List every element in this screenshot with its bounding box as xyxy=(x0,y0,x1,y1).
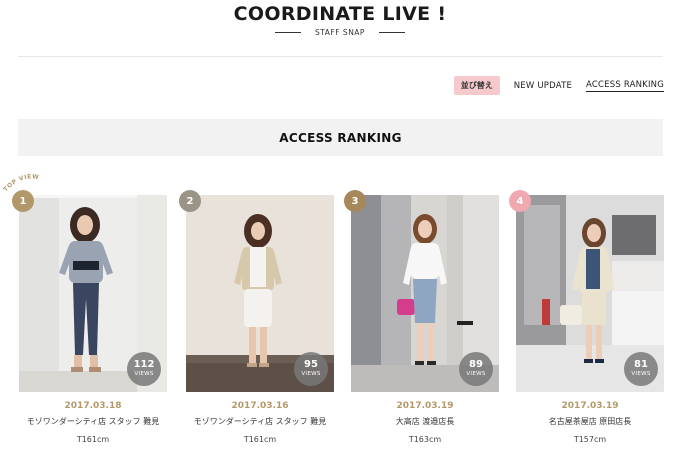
post-date: 2017.03.19 xyxy=(396,401,454,411)
views-unit: VIEWS xyxy=(631,371,651,378)
staff-name[interactable]: 大高店 渡邉店長 xyxy=(351,416,499,427)
ranking-list: 112 VIEWS 2017.03.18 モゾワンダーシティ店 スタッフ 難見 … xyxy=(0,0,680,457)
views-unit: VIEWS xyxy=(301,371,321,378)
rank-badge-2: 2 xyxy=(179,190,201,212)
rank-badge-3: 3 xyxy=(344,190,366,212)
views-badge: 112 VIEWS xyxy=(127,352,161,386)
views-badge: 89 VIEWS xyxy=(459,352,493,386)
views-badge: 81 VIEWS xyxy=(624,352,658,386)
coordinate-photo-1[interactable]: 112 VIEWS xyxy=(19,195,167,392)
coordinate-photo-2[interactable]: 95 VIEWS xyxy=(186,195,334,392)
staff-height: T163cm xyxy=(408,435,442,444)
views-unit: VIEWS xyxy=(466,371,486,378)
ranking-card-2[interactable]: 95 VIEWS 2017.03.16 モゾワンダーシティ店 スタッフ 難見 T… xyxy=(186,195,334,444)
post-date: 2017.03.19 xyxy=(561,401,619,411)
staff-height: T161cm xyxy=(243,435,277,444)
ranking-card-4[interactable]: 81 VIEWS 2017.03.19 名古屋茶屋店 原田店長 T157cm xyxy=(516,195,664,444)
rank-number: 2 xyxy=(186,195,194,207)
staff-name[interactable]: 名古屋茶屋店 原田店長 xyxy=(516,416,664,427)
rank-number: 3 xyxy=(351,195,359,207)
rank-badge-1: 1 xyxy=(12,190,34,212)
views-count: 89 xyxy=(469,359,483,371)
views-count: 112 xyxy=(133,359,155,371)
post-date: 2017.03.18 xyxy=(64,401,122,411)
coordinate-photo-4[interactable]: 81 VIEWS xyxy=(516,195,664,392)
views-badge: 95 VIEWS xyxy=(294,352,328,386)
views-count: 95 xyxy=(304,359,318,371)
rank-number: 4 xyxy=(516,195,524,207)
coordinate-photo-3[interactable]: 89 VIEWS xyxy=(351,195,499,392)
views-count: 81 xyxy=(634,359,648,371)
staff-height: T161cm xyxy=(76,435,110,444)
staff-name[interactable]: モゾワンダーシティ店 スタッフ 難見 xyxy=(186,416,334,427)
staff-height: T157cm xyxy=(573,435,607,444)
rank-number: 1 xyxy=(19,195,27,207)
staff-name[interactable]: モゾワンダーシティ店 スタッフ 難見 xyxy=(19,416,167,427)
ranking-card-3[interactable]: 89 VIEWS 2017.03.19 大高店 渡邉店長 T163cm xyxy=(351,195,499,444)
views-unit: VIEWS xyxy=(134,371,154,378)
rank-badge-4: 4 xyxy=(509,190,531,212)
post-date: 2017.03.16 xyxy=(231,401,289,411)
ranking-card-1[interactable]: 112 VIEWS 2017.03.18 モゾワンダーシティ店 スタッフ 難見 … xyxy=(19,195,167,444)
